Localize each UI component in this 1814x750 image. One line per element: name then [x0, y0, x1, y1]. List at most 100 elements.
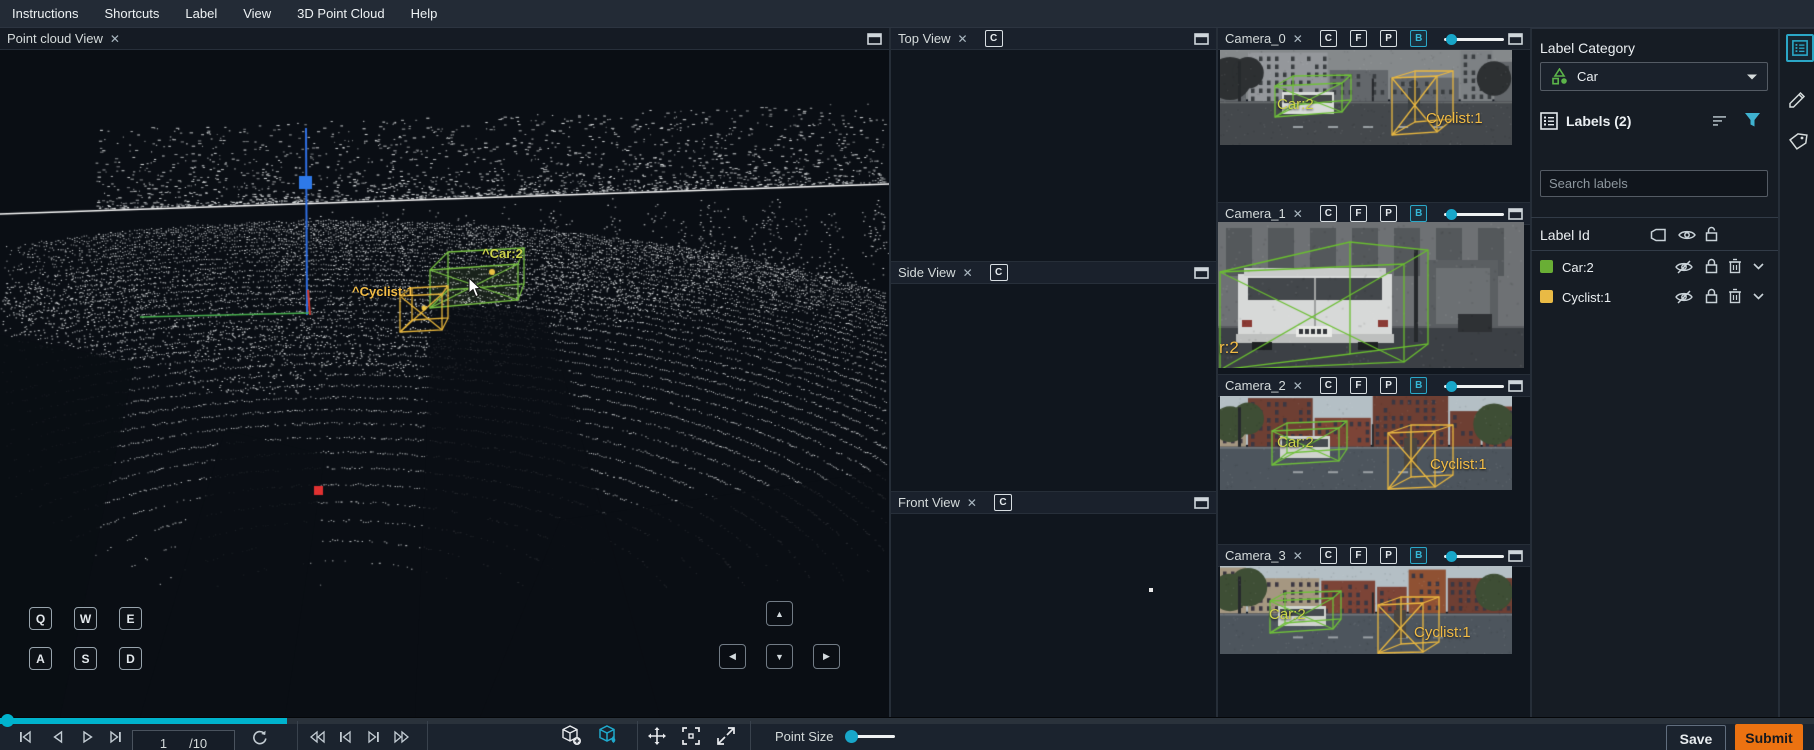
- hotkey-w[interactable]: W: [74, 607, 97, 630]
- eye-icon[interactable]: [1678, 228, 1696, 242]
- lock-icon[interactable]: [1704, 288, 1719, 304]
- label-category-dropdown[interactable]: Car: [1540, 62, 1768, 91]
- camera-3-f-button[interactable]: F: [1350, 547, 1367, 564]
- pan-left-button[interactable]: ◀: [719, 644, 746, 669]
- frame-counter[interactable]: 1 /10: [132, 730, 235, 750]
- eye-off-icon[interactable]: [1675, 260, 1693, 274]
- camera-0-b-button[interactable]: B: [1410, 30, 1427, 47]
- labels-panel-toggle[interactable]: [1786, 34, 1814, 62]
- step-back-button[interactable]: [334, 726, 356, 748]
- search-labels-input[interactable]: [1540, 170, 1768, 197]
- frame-total: /10: [189, 736, 207, 750]
- camera-0-c-button[interactable]: C: [1320, 30, 1337, 47]
- sort-icon[interactable]: [1712, 114, 1728, 128]
- camera-1-c-button[interactable]: C: [1320, 205, 1337, 222]
- edit-cuboid-icon[interactable]: [597, 724, 619, 746]
- camera-3-title: Camera_3: [1225, 548, 1286, 563]
- submit-button[interactable]: Submit: [1735, 724, 1803, 750]
- camera-3-image[interactable]: [1220, 566, 1512, 654]
- camera-0-p-button[interactable]: P: [1380, 30, 1397, 47]
- menu-shortcuts[interactable]: Shortcuts: [104, 6, 159, 21]
- camera-0-image[interactable]: [1220, 50, 1512, 145]
- camera-1-opacity-slider[interactable]: [1444, 207, 1501, 221]
- chevron-down-icon[interactable]: [1753, 263, 1764, 270]
- pan-up-button[interactable]: ▲: [766, 601, 793, 626]
- maximize-icon[interactable]: [867, 33, 882, 45]
- eye-off-icon[interactable]: [1675, 290, 1693, 304]
- maximize-icon[interactable]: [1194, 497, 1209, 509]
- pan-down-button[interactable]: ▼: [766, 644, 793, 669]
- menu-view[interactable]: View: [243, 6, 271, 21]
- save-button[interactable]: Save: [1666, 725, 1726, 750]
- rewind-button[interactable]: [306, 726, 328, 748]
- top-view-c-button[interactable]: C: [985, 30, 1003, 47]
- close-icon[interactable]: ✕: [1293, 33, 1303, 45]
- hotkey-s[interactable]: S: [74, 647, 97, 670]
- close-icon[interactable]: ✕: [967, 497, 977, 509]
- camera-2-opacity-slider[interactable]: [1444, 379, 1501, 393]
- frame-scrubber-knob[interactable]: [1, 714, 14, 727]
- close-icon[interactable]: ✕: [958, 33, 968, 45]
- loop-icon[interactable]: [248, 726, 270, 748]
- car-color-swatch: [1540, 260, 1553, 273]
- close-icon[interactable]: ✕: [963, 267, 973, 279]
- move-tool-icon[interactable]: [646, 725, 668, 747]
- camera-3-opacity-slider[interactable]: [1444, 549, 1501, 563]
- point-size-slider[interactable]: [845, 730, 895, 744]
- skip-to-start-button[interactable]: [14, 726, 36, 748]
- play-button[interactable]: [76, 726, 98, 748]
- hotkey-e[interactable]: E: [119, 607, 142, 630]
- hotkey-d[interactable]: D: [119, 647, 142, 670]
- fast-forward-button[interactable]: [390, 726, 412, 748]
- camera-1-p-button[interactable]: P: [1380, 205, 1397, 222]
- camera-3-c-button[interactable]: C: [1320, 547, 1337, 564]
- menu-help[interactable]: Help: [411, 6, 438, 21]
- unlock-icon[interactable]: [1704, 226, 1719, 242]
- trash-icon[interactable]: [1728, 288, 1742, 304]
- next-frame-button[interactable]: [104, 726, 126, 748]
- close-icon[interactable]: ✕: [1293, 380, 1303, 392]
- camera-1-image[interactable]: [1218, 222, 1524, 368]
- camera-3-b-button[interactable]: B: [1410, 547, 1427, 564]
- previous-frame-button[interactable]: [46, 726, 68, 748]
- camera-2-b-button[interactable]: B: [1410, 377, 1427, 394]
- hotkey-q[interactable]: Q: [29, 607, 52, 630]
- pan-right-button[interactable]: ▶: [813, 644, 840, 669]
- fullscreen-icon[interactable]: [715, 725, 737, 747]
- camera-0-f-button[interactable]: F: [1350, 30, 1367, 47]
- trash-icon[interactable]: [1728, 258, 1742, 274]
- front-view-c-button[interactable]: C: [994, 494, 1012, 511]
- frame-object-icon[interactable]: [680, 725, 702, 747]
- camera-2-image[interactable]: [1220, 396, 1512, 490]
- maximize-icon[interactable]: [1508, 208, 1523, 220]
- menu-label[interactable]: Label: [185, 6, 217, 21]
- close-icon[interactable]: ✕: [110, 33, 120, 45]
- camera-2-c-button[interactable]: C: [1320, 377, 1337, 394]
- lock-icon[interactable]: [1704, 258, 1719, 274]
- camera-2-p-button[interactable]: P: [1380, 377, 1397, 394]
- camera-1-f-button[interactable]: F: [1350, 205, 1367, 222]
- camera-3-p-button[interactable]: P: [1380, 547, 1397, 564]
- chevron-down-icon[interactable]: [1753, 293, 1764, 300]
- close-icon[interactable]: ✕: [1293, 208, 1303, 220]
- frame-scrubber[interactable]: [0, 718, 1814, 724]
- tag-strip-icon[interactable]: [1788, 132, 1808, 150]
- tag-icon[interactable]: [1650, 228, 1667, 243]
- maximize-icon[interactable]: [1508, 33, 1523, 45]
- filter-icon[interactable]: [1744, 112, 1761, 128]
- step-forward-button[interactable]: [362, 726, 384, 748]
- maximize-icon[interactable]: [1508, 550, 1523, 562]
- maximize-icon[interactable]: [1508, 380, 1523, 392]
- camera-0-opacity-slider[interactable]: [1444, 32, 1501, 46]
- close-icon[interactable]: ✕: [1293, 550, 1303, 562]
- menu-instructions[interactable]: Instructions: [12, 6, 78, 21]
- menu-3d-point-cloud[interactable]: 3D Point Cloud: [297, 6, 384, 21]
- add-cuboid-icon[interactable]: [560, 724, 582, 746]
- side-view-c-button[interactable]: C: [990, 264, 1008, 281]
- camera-2-f-button[interactable]: F: [1350, 377, 1367, 394]
- hotkey-a[interactable]: A: [29, 647, 52, 670]
- edit-pencil-icon[interactable]: [1788, 90, 1807, 109]
- maximize-icon[interactable]: [1194, 33, 1209, 45]
- camera-1-b-button[interactable]: B: [1410, 205, 1427, 222]
- maximize-icon[interactable]: [1194, 267, 1209, 279]
